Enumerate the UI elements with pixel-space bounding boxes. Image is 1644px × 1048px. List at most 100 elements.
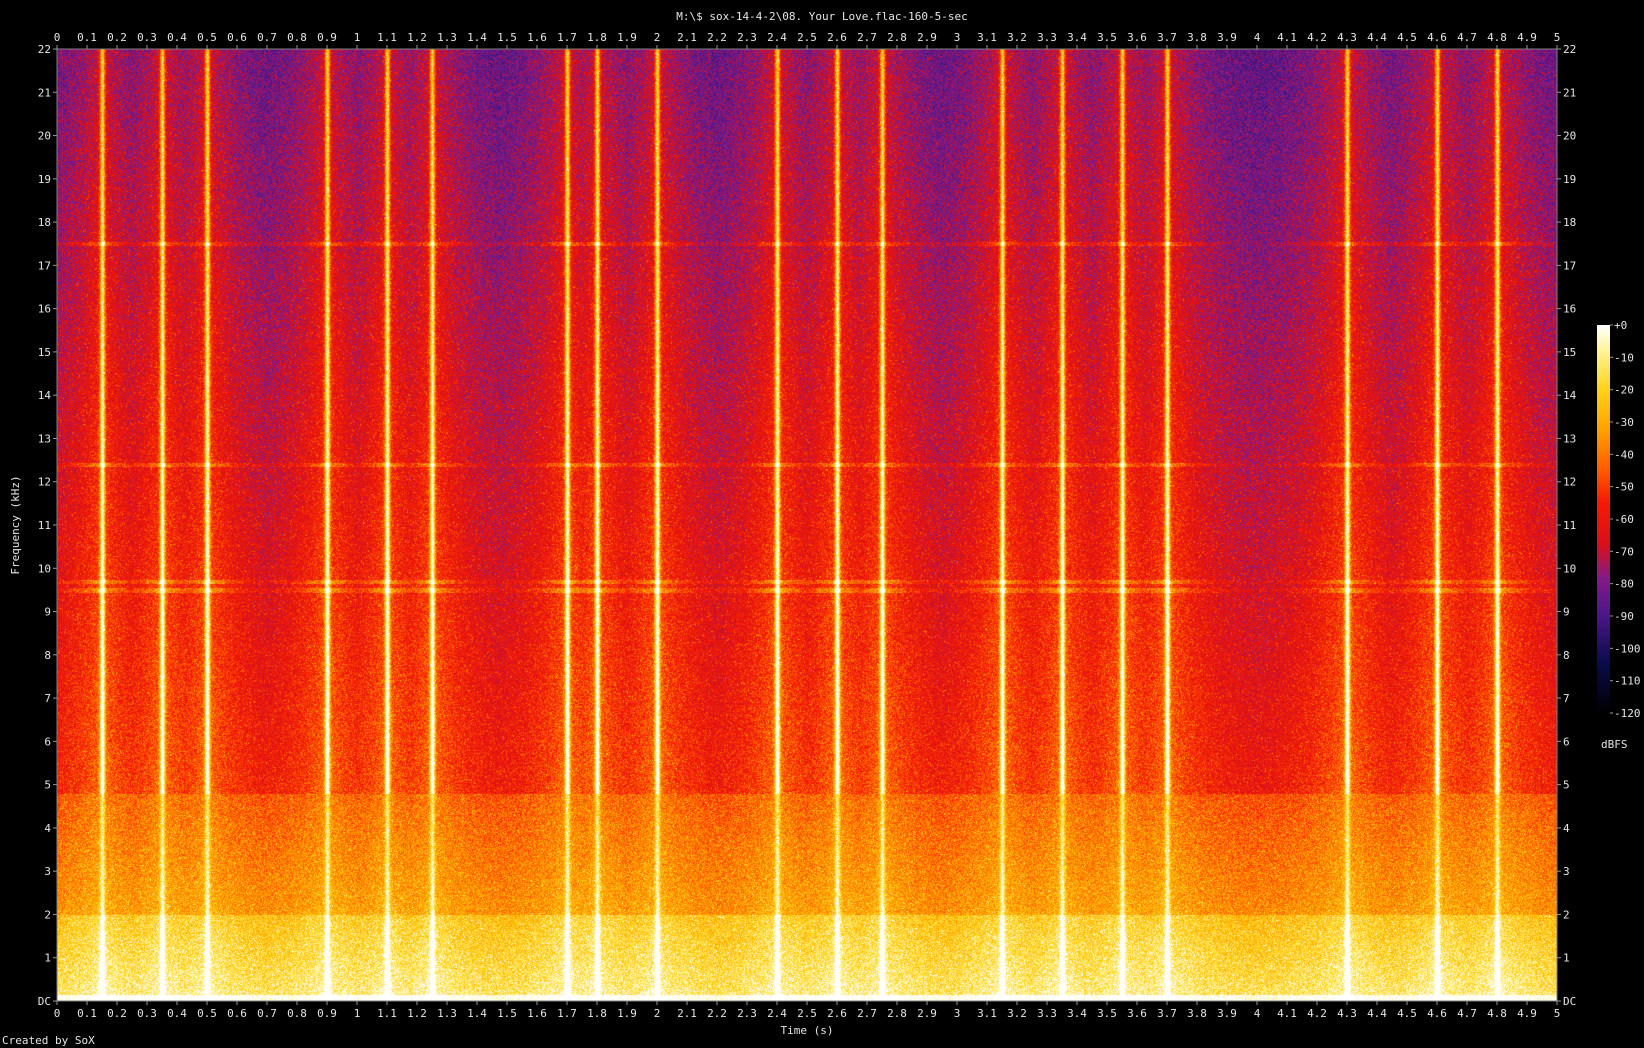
y-tick-label: 17 <box>1563 259 1576 272</box>
x-tick-label: 0.4 <box>167 1007 187 1020</box>
x-axis-label: Time (s) <box>781 1024 834 1037</box>
x-tick-label: 0.2 <box>107 31 127 44</box>
x-tick-label: 0.6 <box>227 31 247 44</box>
colorbar-tick-label: -90 <box>1614 610 1634 623</box>
colorbar-tick-label: -80 <box>1614 578 1634 591</box>
chart-title: M:\$ sox-14-4-2\08. Your Love.flac-160-5… <box>676 10 967 23</box>
y-tick-label: 16 <box>1563 303 1576 316</box>
x-tick-label: 4.3 <box>1337 1007 1357 1020</box>
x-tick-label: 4.7 <box>1457 1007 1477 1020</box>
x-tick-label: 3.2 <box>1007 1007 1027 1020</box>
y-tick-label: 1 <box>44 952 51 965</box>
y-tick-label: 13 <box>38 432 51 445</box>
x-tick-label: 0.9 <box>317 31 337 44</box>
colorbar-tick-label: -100 <box>1614 642 1641 655</box>
x-tick-label: 4.2 <box>1307 31 1327 44</box>
x-tick-label: 1.2 <box>407 31 427 44</box>
x-tick-label: 0.4 <box>167 31 187 44</box>
x-tick-label: 4.1 <box>1277 31 1297 44</box>
y-tick-label: 18 <box>38 216 51 229</box>
x-tick-label: 3.5 <box>1097 31 1117 44</box>
x-tick-label: 0.7 <box>257 31 277 44</box>
x-tick-label: 0.5 <box>197 31 217 44</box>
x-tick-label: 0.8 <box>287 1007 307 1020</box>
x-tick-label: 1.6 <box>527 1007 547 1020</box>
x-tick-label: 1.3 <box>437 1007 457 1020</box>
x-tick-label: 4.6 <box>1427 31 1447 44</box>
x-tick-label: 0.3 <box>137 31 157 44</box>
y-tick-label: 10 <box>38 562 51 575</box>
x-tick-label: 0.6 <box>227 1007 247 1020</box>
x-tick-label: 3.1 <box>977 1007 997 1020</box>
x-tick-label: 0.9 <box>317 1007 337 1020</box>
x-tick-label: 3 <box>954 31 961 44</box>
x-tick-label: 4.4 <box>1367 31 1387 44</box>
x-tick-label: 1.8 <box>587 31 607 44</box>
x-tick-label: 3.2 <box>1007 31 1027 44</box>
x-tick-label: 4.1 <box>1277 1007 1297 1020</box>
y-tick-label: 11 <box>38 519 51 532</box>
x-tick-label: 0 <box>54 31 61 44</box>
y-tick-label: 10 <box>1563 562 1576 575</box>
y-tick-label: DC <box>38 995 51 1008</box>
x-tick-label: 3.3 <box>1037 1007 1057 1020</box>
x-tick-label: 1.1 <box>377 1007 397 1020</box>
x-tick-label: 1.3 <box>437 31 457 44</box>
spectrogram-plot-area <box>57 49 1557 1001</box>
y-tick-label: 5 <box>1563 779 1570 792</box>
y-tick-label: 17 <box>38 259 51 272</box>
x-tick-label: 1.8 <box>587 1007 607 1020</box>
x-tick-label: 4.6 <box>1427 1007 1447 1020</box>
colorbar-tick-label: -70 <box>1614 545 1634 558</box>
y-axis-label: Frequency (kHz) <box>9 475 22 574</box>
colorbar-label: dBFS <box>1601 738 1628 751</box>
x-tick-label: 3.6 <box>1127 31 1147 44</box>
y-tick-label: 14 <box>38 389 52 402</box>
y-tick-label: 9 <box>44 606 51 619</box>
x-tick-label: 0.3 <box>137 1007 157 1020</box>
y-tick-label: 20 <box>38 130 51 143</box>
colorbar <box>1597 325 1610 713</box>
y-tick-label: 22 <box>1563 43 1576 56</box>
y-tick-label: 20 <box>1563 130 1576 143</box>
x-tick-label: 0 <box>54 1007 61 1020</box>
x-tick-label: 1.5 <box>497 1007 517 1020</box>
x-tick-label: 3.4 <box>1067 1007 1087 1020</box>
x-tick-label: 1 <box>354 31 361 44</box>
y-tick-label: 7 <box>44 692 51 705</box>
colorbar-tick-label: +0 <box>1614 319 1627 332</box>
x-tick-label: 2.1 <box>677 1007 697 1020</box>
x-tick-label: 2.5 <box>797 31 817 44</box>
x-tick-label: 2.3 <box>737 31 757 44</box>
x-tick-label: 3.1 <box>977 31 997 44</box>
x-tick-label: 1 <box>354 1007 361 1020</box>
x-tick-label: 4.8 <box>1487 31 1507 44</box>
x-tick-label: 2.9 <box>917 31 937 44</box>
y-tick-label: 13 <box>1563 432 1576 445</box>
y-tick-label: 1 <box>1563 952 1570 965</box>
x-tick-label: 2.3 <box>737 1007 757 1020</box>
x-tick-label: 4.9 <box>1517 31 1537 44</box>
x-tick-label: 5 <box>1554 1007 1561 1020</box>
x-tick-label: 2.6 <box>827 31 847 44</box>
y-tick-label: 6 <box>1563 735 1570 748</box>
x-tick-label: 0.2 <box>107 1007 127 1020</box>
footer-credit: Created by SoX <box>2 1034 95 1047</box>
y-tick-label: 4 <box>44 822 51 835</box>
x-tick-label: 3.6 <box>1127 1007 1147 1020</box>
y-tick-label: 7 <box>1563 692 1570 705</box>
x-tick-label: 2.4 <box>767 1007 787 1020</box>
x-tick-label: 1.1 <box>377 31 397 44</box>
y-tick-label: 21 <box>38 86 51 99</box>
x-tick-label: 3.7 <box>1157 31 1177 44</box>
y-tick-label: 11 <box>1563 519 1576 532</box>
x-tick-label: 2.2 <box>707 1007 727 1020</box>
x-tick-label: 4 <box>1254 31 1261 44</box>
x-tick-label: 1.5 <box>497 31 517 44</box>
x-tick-label: 2.7 <box>857 31 877 44</box>
x-tick-label: 1.4 <box>467 31 487 44</box>
y-tick-label: 5 <box>44 779 51 792</box>
y-tick-label: 18 <box>1563 216 1576 229</box>
y-tick-label: 12 <box>38 476 51 489</box>
x-tick-label: 0.7 <box>257 1007 277 1020</box>
